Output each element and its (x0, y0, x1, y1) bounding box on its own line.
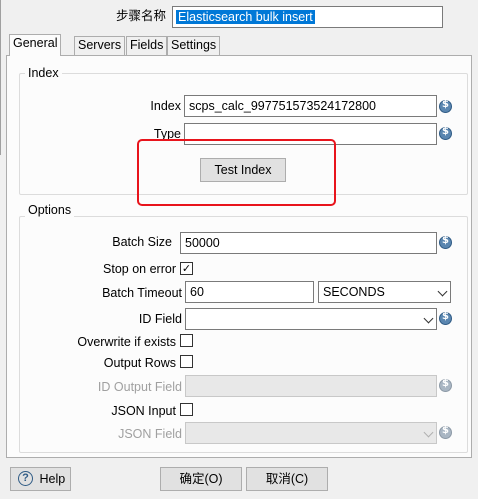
stop-on-error-checkbox[interactable]: ✓ (180, 262, 193, 275)
options-group-title: Options (25, 203, 75, 217)
overwrite-label: Overwrite if exists (77, 335, 176, 349)
batch-timeout-label: Batch Timeout (102, 286, 182, 300)
id-field-label: ID Field (138, 312, 182, 326)
batch-size-variable-icon[interactable] (439, 235, 452, 249)
output-rows-checkbox[interactable] (180, 355, 193, 368)
id-field-variable-icon[interactable] (439, 311, 452, 325)
id-output-field-label: ID Output Field (97, 380, 182, 394)
help-icon: ? (18, 471, 33, 487)
id-output-field-variable-icon (439, 378, 452, 392)
json-input-checkbox[interactable] (180, 403, 193, 416)
json-input-label: JSON Input (111, 404, 176, 418)
overwrite-checkbox[interactable] (180, 334, 193, 347)
help-button[interactable]: ? Help (10, 467, 71, 491)
left-edge-line (0, 0, 1, 155)
highlight-box (137, 139, 336, 206)
chevron-down-icon (423, 427, 434, 438)
index-input[interactable]: scps_calc_997751573524172800 (184, 95, 437, 117)
batch-size-input[interactable]: 50000 (180, 232, 437, 254)
batch-timeout-input[interactable]: 60 (185, 281, 314, 303)
chevron-down-icon (423, 313, 434, 324)
json-field-variable-icon (439, 425, 452, 439)
index-label: Index (150, 99, 181, 113)
tab-general[interactable]: General (9, 34, 62, 56)
index-variable-icon[interactable] (439, 99, 452, 113)
id-field-select[interactable] (185, 308, 437, 330)
tab-fields[interactable]: Fields (126, 36, 168, 55)
type-variable-icon[interactable] (439, 126, 452, 140)
step-name-label: 步骤名称 (115, 9, 166, 23)
ok-button[interactable]: 确定(O) (160, 467, 242, 491)
cancel-button[interactable]: 取消(C) (246, 467, 328, 491)
stop-on-error-label: Stop on error (103, 262, 176, 276)
step-name-input[interactable]: Elasticsearch bulk insert (172, 6, 443, 28)
batch-timeout-unit-value: SECONDS (323, 285, 385, 299)
id-output-field-input (185, 375, 437, 397)
index-group-title: Index (25, 66, 62, 80)
json-field-select (185, 422, 437, 444)
batch-timeout-unit-select[interactable]: SECONDS (318, 281, 451, 303)
chevron-down-icon (437, 286, 448, 297)
tab-servers[interactable]: Servers (74, 36, 126, 55)
checkmark-icon: ✓ (181, 262, 192, 275)
json-field-label: JSON Field (118, 427, 182, 441)
output-rows-label: Output Rows (103, 356, 176, 370)
step-name-value: Elasticsearch bulk insert (176, 10, 315, 24)
batch-size-label: Batch Size (112, 235, 172, 249)
help-label: Help (39, 472, 66, 486)
tab-settings[interactable]: Settings (167, 36, 221, 55)
